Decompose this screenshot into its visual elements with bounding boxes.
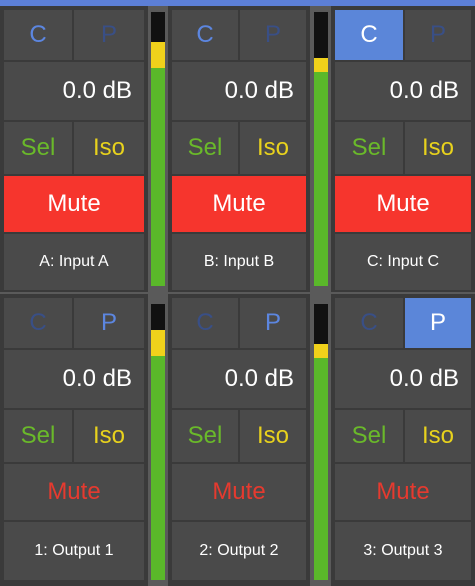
meter-green-segment (314, 72, 328, 286)
gain-display[interactable]: 0.0 dB (172, 62, 306, 120)
meter-green-segment (151, 68, 165, 286)
mute-button[interactable]: Mute (335, 176, 471, 232)
gain-display[interactable]: 0.0 dB (4, 62, 144, 120)
sel-button[interactable]: Sel (4, 410, 72, 462)
iso-button[interactable]: Iso (405, 410, 471, 462)
level-meter (314, 12, 328, 286)
sel-button[interactable]: Sel (335, 410, 403, 462)
mute-button[interactable]: Mute (335, 464, 471, 520)
iso-button[interactable]: Iso (74, 410, 144, 462)
c-button[interactable]: C (172, 298, 238, 348)
sel-button[interactable]: Sel (172, 410, 238, 462)
c-button[interactable]: C (4, 298, 72, 348)
sel-button[interactable]: Sel (172, 122, 238, 174)
iso-button[interactable]: Iso (405, 122, 471, 174)
p-button[interactable]: P (240, 10, 306, 60)
sel-button[interactable]: Sel (4, 122, 72, 174)
level-meter (151, 304, 165, 580)
meter-yellow-segment (151, 42, 165, 68)
meter-green-segment (314, 358, 328, 580)
p-button[interactable]: P (240, 298, 306, 348)
iso-button[interactable]: Iso (74, 122, 144, 174)
p-button[interactable]: P (74, 10, 144, 60)
meter-yellow-segment (314, 58, 328, 72)
channel-label: 3: Output 3 (335, 522, 471, 580)
meter-yellow-segment (151, 330, 165, 356)
channel-label: B: Input B (172, 234, 306, 290)
gain-display[interactable]: 0.0 dB (172, 350, 306, 408)
iso-button[interactable]: Iso (240, 410, 306, 462)
c-button[interactable]: C (335, 10, 403, 60)
mute-button[interactable]: Mute (172, 464, 306, 520)
gain-display[interactable]: 0.0 dB (335, 62, 471, 120)
c-button[interactable]: C (172, 10, 238, 60)
gain-display[interactable]: 0.0 dB (4, 350, 144, 408)
mute-button[interactable]: Mute (172, 176, 306, 232)
p-button[interactable]: P (74, 298, 144, 348)
level-meter (151, 12, 165, 286)
channel-label: 2: Output 2 (172, 522, 306, 580)
p-button[interactable]: P (405, 298, 471, 348)
gain-display[interactable]: 0.0 dB (335, 350, 471, 408)
level-meter (314, 304, 328, 580)
channel-label: 1: Output 1 (4, 522, 144, 580)
sel-button[interactable]: Sel (335, 122, 403, 174)
c-button[interactable]: C (335, 298, 403, 348)
iso-button[interactable]: Iso (240, 122, 306, 174)
mute-button[interactable]: Mute (4, 464, 144, 520)
meter-green-segment (151, 356, 165, 580)
c-button[interactable]: C (4, 10, 72, 60)
meter-yellow-segment (314, 344, 328, 358)
p-button[interactable]: P (405, 10, 471, 60)
mute-button[interactable]: Mute (4, 176, 144, 232)
channel-label: A: Input A (4, 234, 144, 290)
channel-label: C: Input C (335, 234, 471, 290)
